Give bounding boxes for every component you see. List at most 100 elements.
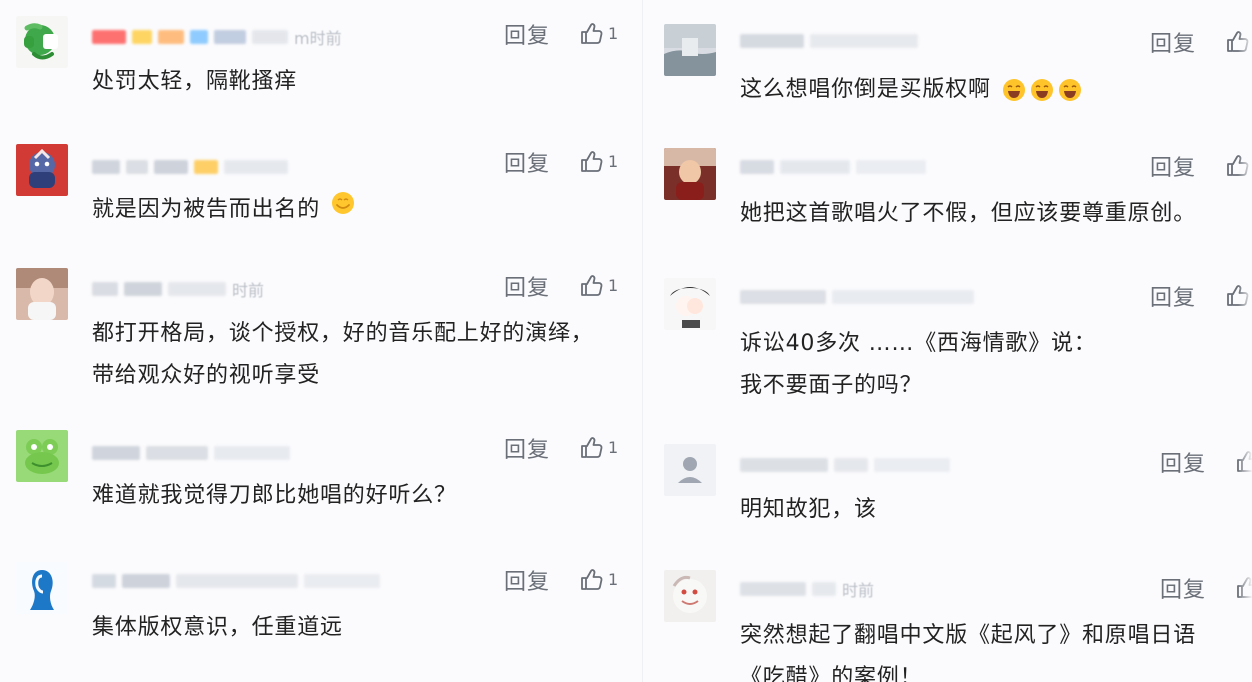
like-button[interactable] bbox=[1234, 575, 1252, 601]
avatar bbox=[16, 430, 68, 482]
author-meta-blur bbox=[832, 290, 974, 304]
author-name-blur bbox=[158, 30, 184, 44]
author-name-blur bbox=[190, 30, 208, 44]
comment-left-1: m时前 回复 1 处罚太轻，隔靴搔痒 bbox=[16, 6, 618, 116]
thumb-up-icon bbox=[1237, 577, 1252, 598]
warm-portrait-avatar-icon bbox=[664, 148, 716, 200]
comment-text: 明知故犯，该 bbox=[740, 497, 877, 522]
author-name-blur bbox=[92, 282, 118, 296]
reply-button[interactable]: 回复 bbox=[1150, 150, 1196, 182]
like-count: 1 bbox=[608, 24, 619, 43]
like-count: 1 bbox=[608, 152, 619, 171]
comment-text: 都打开格局，谈个授权，好的音乐配上好的演绎，带给观众好的视听享受 bbox=[92, 321, 594, 388]
author-meta-blur bbox=[304, 574, 380, 588]
like-button[interactable]: 1 bbox=[578, 21, 618, 47]
like-button[interactable]: 1 bbox=[578, 435, 618, 461]
comment-text-wrapper: 就是因为被告而出名的 bbox=[92, 189, 612, 231]
light-illustration-avatar-icon bbox=[664, 570, 716, 622]
author-name-blur bbox=[124, 282, 162, 296]
comment-actions: 回复 1 bbox=[504, 432, 618, 464]
author-meta bbox=[92, 572, 380, 590]
like-button[interactable] bbox=[1234, 449, 1252, 475]
blue-silhouette-avatar-icon bbox=[16, 562, 68, 614]
comment-actions: 回复 1 bbox=[504, 270, 618, 302]
author-name-blur bbox=[92, 160, 120, 174]
laughing-emoji-icon bbox=[1030, 79, 1053, 101]
author-meta bbox=[740, 288, 974, 306]
author-name-blur bbox=[146, 446, 208, 460]
reply-button[interactable]: 回复 bbox=[504, 564, 550, 596]
comment-left-3: 时前 回复 1 都打开格局，谈个授权，好的音乐配上好的演绎，带给观众好的视听享受 bbox=[16, 258, 636, 408]
comment-text: 诉讼40多次 ……《西海情歌》说：我不要面子的吗？ bbox=[740, 331, 1097, 398]
comment-right-5: 时前 回复 突然想起了翻唱中文版《起风了》和原唱日语《吃醋》的案例！ bbox=[664, 560, 1252, 682]
like-button[interactable] bbox=[1224, 283, 1250, 309]
avatar bbox=[664, 444, 716, 496]
author-meta-blur bbox=[812, 582, 836, 596]
red-character-avatar-icon bbox=[16, 144, 68, 196]
avatar bbox=[16, 144, 68, 196]
comments-screen: m时前 回复 1 处罚太轻，隔靴搔痒 回复 1 就是因为被告而出名的 时前 回复… bbox=[0, 0, 1252, 682]
like-button[interactable]: 1 bbox=[578, 273, 618, 299]
author-name-blur bbox=[92, 30, 126, 44]
timestamp: 时前 bbox=[842, 581, 875, 600]
author-meta-blur bbox=[168, 282, 226, 296]
laughing-emoji-icon bbox=[1058, 79, 1081, 101]
laughing-emoji-icon bbox=[1002, 79, 1025, 101]
like-button[interactable]: 1 bbox=[578, 567, 618, 593]
like-button[interactable] bbox=[1224, 29, 1250, 55]
like-count: 1 bbox=[608, 570, 619, 589]
like-button[interactable] bbox=[1224, 153, 1250, 179]
author-meta-blur bbox=[252, 30, 288, 44]
comment-actions: 回复 bbox=[1150, 26, 1250, 58]
author-meta-blur bbox=[856, 160, 926, 174]
author-meta-blur bbox=[214, 446, 290, 460]
thumb-up-icon bbox=[581, 151, 603, 172]
thumb-up-icon bbox=[1237, 451, 1252, 472]
avatar bbox=[16, 562, 68, 614]
author-meta-blur bbox=[834, 458, 868, 472]
reply-button[interactable]: 回复 bbox=[1160, 572, 1206, 604]
comment-text: 难道就我觉得刀郎比她唱的好听么？ bbox=[92, 483, 457, 508]
author-meta-blur bbox=[874, 458, 950, 472]
comment-actions: 回复 1 bbox=[504, 564, 618, 596]
smile-emoji-icon bbox=[330, 189, 356, 231]
reply-button[interactable]: 回复 bbox=[504, 432, 550, 464]
avatar bbox=[664, 24, 716, 76]
comment-actions: 回复 bbox=[1150, 280, 1250, 312]
author-meta bbox=[92, 444, 290, 462]
author-meta bbox=[740, 456, 950, 474]
green-frog-avatar-icon bbox=[16, 430, 68, 482]
author-meta bbox=[92, 158, 288, 176]
comment-text: 处罚太轻，隔靴搔痒 bbox=[92, 69, 298, 94]
comment-actions: 回复 1 bbox=[504, 18, 618, 50]
reply-button[interactable]: 回复 bbox=[1150, 26, 1196, 58]
author-meta bbox=[740, 32, 918, 50]
like-count: 1 bbox=[608, 276, 619, 295]
author-badge-blur bbox=[194, 160, 218, 174]
comment-text-wrapper: 这么想唱你倒是买版权啊 bbox=[740, 69, 1250, 111]
thumb-up-icon bbox=[581, 23, 603, 44]
author-meta-blur bbox=[224, 160, 288, 174]
comment-text: 突然想起了翻唱中文版《起风了》和原唱日语《吃醋》的案例！ bbox=[740, 623, 1197, 682]
author-meta: 时前 bbox=[740, 580, 875, 600]
reply-button[interactable]: 回复 bbox=[1160, 446, 1206, 478]
timestamp: m时前 bbox=[294, 29, 342, 48]
author-name-blur bbox=[740, 582, 806, 596]
reply-button[interactable]: 回复 bbox=[504, 270, 550, 302]
comment-left-4: 回复 1 难道就我觉得刀郎比她唱的好听么？ bbox=[16, 420, 618, 530]
author-name-blur bbox=[740, 458, 828, 472]
author-name-blur bbox=[122, 574, 170, 588]
author-name-blur bbox=[154, 160, 188, 174]
thumb-up-icon bbox=[1227, 285, 1249, 306]
author-name-blur bbox=[92, 574, 116, 588]
comment-text: 这么想唱你倒是买版权啊 bbox=[740, 77, 991, 102]
portrait-avatar-icon bbox=[16, 268, 68, 320]
reply-button[interactable]: 回复 bbox=[1150, 280, 1196, 312]
thumb-up-icon bbox=[1227, 155, 1249, 176]
like-button[interactable]: 1 bbox=[578, 149, 618, 175]
author-meta-blur bbox=[780, 160, 850, 174]
comment-text: 就是因为被告而出名的 bbox=[92, 197, 321, 222]
reply-button[interactable]: 回复 bbox=[504, 18, 550, 50]
author-name-blur bbox=[740, 160, 774, 174]
reply-button[interactable]: 回复 bbox=[504, 146, 550, 178]
